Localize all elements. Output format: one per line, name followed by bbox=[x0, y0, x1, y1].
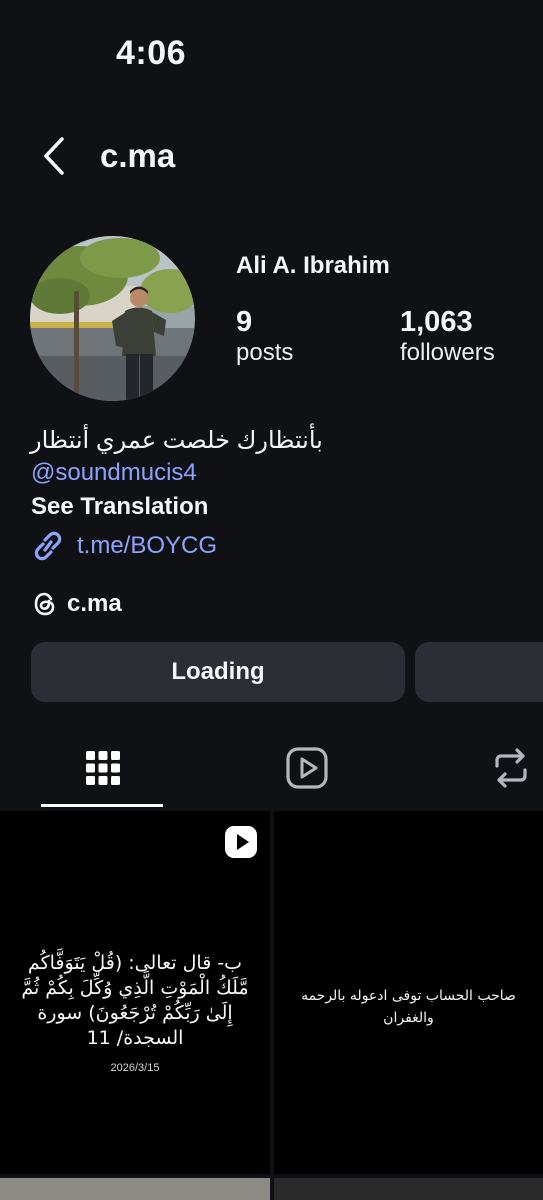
posts-label: posts bbox=[236, 339, 294, 366]
threads-username: c.ma bbox=[67, 590, 122, 617]
grid-icon bbox=[86, 751, 120, 785]
post-thumbnail-3[interactable] bbox=[0, 1178, 270, 1200]
followers-label: followers bbox=[400, 339, 495, 366]
secondary-button[interactable] bbox=[415, 642, 543, 702]
tab-grid[interactable] bbox=[78, 745, 128, 791]
external-link-text: t.me/BOYCG bbox=[77, 532, 218, 559]
header-username: c.ma bbox=[100, 137, 176, 174]
chevron-left-icon bbox=[44, 137, 64, 175]
tab-reposts[interactable] bbox=[486, 745, 536, 791]
followers-count: 1,063 bbox=[400, 306, 473, 338]
back-button[interactable] bbox=[38, 135, 70, 177]
post-thumbnail-2[interactable]: صاحب الحساب توفى ادعوله بالرحمه والغفران bbox=[274, 811, 543, 1174]
link-icon bbox=[34, 531, 62, 561]
external-link[interactable]: t.me/BOYCG bbox=[31, 530, 217, 562]
avatar[interactable] bbox=[30, 236, 195, 401]
see-translation-button[interactable]: See Translation bbox=[31, 493, 208, 521]
active-tab-indicator bbox=[41, 804, 163, 807]
avatar-image bbox=[30, 236, 195, 401]
post-2-caption: صاحب الحساب توفى ادعوله بالرحمه والغفران bbox=[301, 988, 516, 1026]
post-thumbnail-1[interactable]: ب- قال تعالى: (قُلْ يَتَوَفَّاكُم مَّلَك… bbox=[0, 811, 270, 1174]
display-name: Ali A. Ibrahim bbox=[236, 252, 390, 279]
loading-button[interactable]: Loading bbox=[31, 642, 405, 702]
post-thumbnail-4[interactable] bbox=[274, 1178, 543, 1200]
reel-badge-icon bbox=[225, 826, 257, 858]
posts-stat[interactable]: 9 posts bbox=[236, 306, 293, 368]
profile-screen: 4:06 c.ma Ali A. Ibrahim 9 posts 1,063 f… bbox=[0, 0, 543, 1200]
repost-icon bbox=[495, 748, 527, 788]
tab-reels[interactable] bbox=[282, 745, 332, 791]
bio-mention-link[interactable]: @soundmucis4 bbox=[31, 459, 197, 487]
threads-badge[interactable]: c.ma bbox=[31, 588, 122, 620]
threads-icon bbox=[34, 592, 55, 616]
post-1-date: 2026/3/15 bbox=[110, 1062, 160, 1074]
profile-header: c.ma bbox=[0, 125, 543, 187]
post-1-caption: ب- قال تعالى: (قُلْ يَتَوَفَّاكُم مَّلَك… bbox=[21, 952, 249, 1049]
bio-text: بأنتظارك خلصت عمري أنتظار bbox=[30, 427, 323, 454]
status-time: 4:06 bbox=[116, 34, 187, 72]
reels-icon bbox=[286, 747, 328, 789]
posts-count: 9 bbox=[236, 306, 253, 338]
followers-stat[interactable]: 1,063 followers bbox=[400, 306, 495, 368]
